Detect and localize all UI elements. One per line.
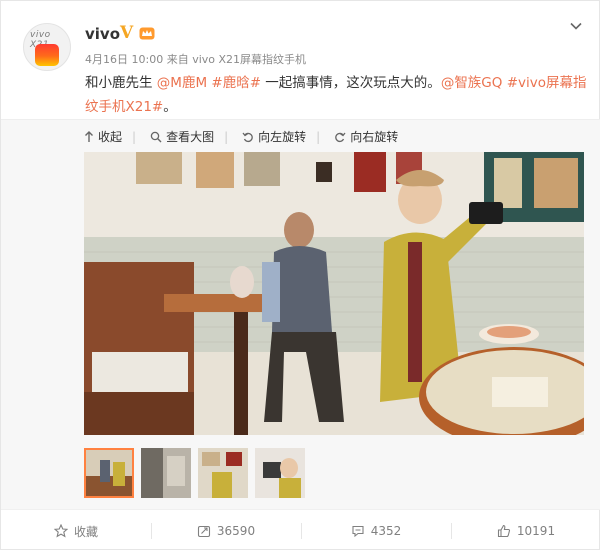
post-text-prefix: 和小鹿先生 — [85, 75, 157, 91]
star-icon — [53, 524, 68, 538]
rotate-right-label: 向右旋转 — [350, 130, 399, 144]
thumbnail-1[interactable] — [84, 448, 134, 498]
view-large-label: 查看大图 — [166, 130, 215, 144]
magnifier-icon — [150, 131, 162, 142]
thumbnail-image — [141, 448, 191, 498]
post-date[interactable]: 4月16日 10:00 — [85, 53, 163, 66]
thumbnail-image — [86, 450, 132, 496]
author-avatar[interactable]: vivo X21 — [23, 23, 71, 71]
main-photo[interactable] — [84, 152, 584, 435]
like-count: 10191 — [516, 524, 556, 538]
rotate-left-icon — [242, 132, 253, 142]
mention-link[interactable]: @M鹿M — [157, 75, 207, 91]
rotate-left-label: 向左旋转 — [258, 130, 307, 144]
mention-link[interactable]: @智族GQ — [441, 75, 503, 91]
author-name[interactable]: vivo — [85, 25, 120, 43]
chevron-down-icon[interactable] — [567, 17, 585, 35]
thumbnail-image — [255, 448, 305, 498]
repost-count: 36590 — [216, 524, 256, 538]
comment-count: 4352 — [370, 524, 402, 538]
toolbar-divider: | — [224, 129, 229, 144]
post-text: 和小鹿先生 @M鹿M #鹿晗# 一起搞事情，这次玩点大的。@智族GQ #vivo… — [85, 71, 590, 119]
weibo-post-card: vivo X21 vivo V 4月16日 10:00 来自 vivo X21屏… — [0, 0, 600, 550]
action-bar: 收藏 36590 4352 10191 — [1, 509, 600, 552]
thumbnail-image — [198, 448, 248, 498]
thumbnail-strip — [84, 448, 312, 498]
post-text-suffix: 。 — [163, 99, 177, 115]
media-toolbar: 收起 | 查看大图 | 向左旋转 | 向右旋转 — [84, 128, 412, 145]
comment-button[interactable]: 4352 — [301, 510, 451, 552]
verified-badge-icon: V — [120, 23, 134, 43]
thumbnail-4[interactable] — [255, 448, 305, 498]
post-text-middle: 一起搞事情，这次玩点大的。 — [261, 75, 441, 91]
repost-button[interactable]: 36590 — [151, 510, 301, 552]
toolbar-divider: | — [132, 129, 137, 144]
vivo-logo-icon — [35, 44, 59, 66]
view-large-button[interactable]: 查看大图 | — [150, 128, 228, 145]
thumbs-up-icon — [497, 524, 510, 538]
post-source[interactable]: 来自 vivo X21屏幕指纹手机 — [167, 53, 306, 66]
thumbnail-3[interactable] — [198, 448, 248, 498]
favorite-button[interactable]: 收藏 — [1, 510, 151, 552]
media-expanded-panel: 收起 | 查看大图 | 向左旋转 | 向右旋转 — [1, 119, 600, 510]
post-meta: 4月16日 10:00 来自 vivo X21屏幕指纹手机 — [85, 51, 306, 67]
topic-link[interactable]: #鹿晗# — [211, 75, 261, 91]
collapse-button[interactable]: 收起 | — [84, 128, 136, 145]
collapse-arrow-icon — [85, 130, 93, 142]
rotate-right-button[interactable]: 向右旋转 — [334, 128, 398, 145]
repost-icon — [197, 525, 210, 538]
rotate-right-icon — [335, 132, 346, 142]
collapse-label: 收起 — [98, 130, 123, 144]
member-crown-icon — [139, 27, 155, 40]
rotate-left-button[interactable]: 向左旋转 | — [242, 128, 320, 145]
favorite-label: 收藏 — [73, 524, 98, 539]
thumbnail-2[interactable] — [141, 448, 191, 498]
comment-icon — [352, 525, 364, 538]
like-button[interactable]: 10191 — [451, 510, 600, 552]
toolbar-divider: | — [316, 129, 321, 144]
